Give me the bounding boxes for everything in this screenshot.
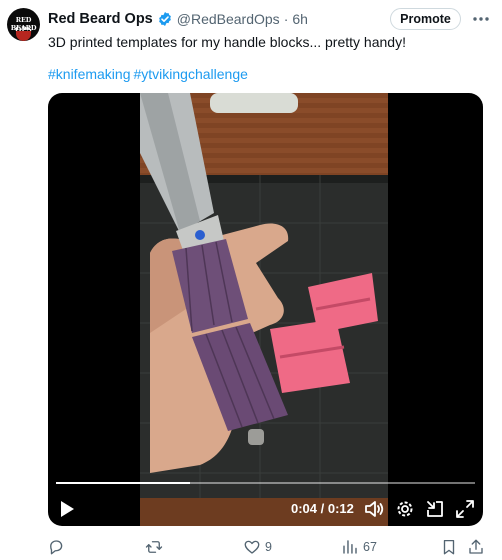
video-progress-fill [56, 482, 191, 484]
promote-button[interactable]: Promote [390, 8, 461, 30]
heart-icon[interactable] [243, 538, 261, 556]
tweet-header: Red Beard Ops @RedBeardOps · 6h [48, 10, 308, 28]
hashtag-link[interactable]: #knifemaking [48, 66, 131, 82]
more-options-icon[interactable] [470, 9, 492, 29]
avatar[interactable]: RED BEARD OPS [7, 8, 40, 41]
share-upload-icon[interactable] [467, 538, 485, 556]
tweet-text: 3D printed templates for my handle block… [48, 34, 406, 50]
video-current-time: 0:04 [291, 501, 318, 516]
separator-dot: · [283, 11, 289, 27]
video-progress-bar[interactable] [56, 482, 475, 484]
volume-icon[interactable] [363, 498, 385, 520]
tweet-actions-bar: 9 67 [45, 536, 485, 558]
like-button[interactable]: 9 [243, 536, 272, 558]
like-count: 9 [265, 540, 272, 554]
views-bar-chart-icon[interactable] [341, 538, 359, 556]
author-handle[interactable]: @RedBeardOps [177, 11, 280, 27]
picture-in-picture-icon[interactable] [424, 498, 446, 520]
video-frame[interactable] [140, 93, 388, 526]
views-count: 67 [363, 540, 377, 554]
settings-gear-icon[interactable] [394, 498, 416, 520]
tweet-card[interactable]: RED BEARD OPS Red Beard Ops @RedBeardOps… [0, 0, 502, 560]
repost-icon[interactable] [145, 538, 163, 556]
bookmark-button[interactable] [440, 536, 458, 558]
beard-logo-shape [16, 31, 31, 41]
video-player[interactable]: 0:04 / 0:12 [48, 93, 483, 526]
bookmark-icon[interactable] [440, 538, 458, 556]
share-button[interactable] [467, 536, 485, 558]
hashtag-list: #knifemaking #ytvikingchallenge [48, 66, 251, 82]
verified-badge-icon[interactable] [157, 11, 173, 27]
video-time-separator: / [317, 501, 328, 516]
video-time-readout: 0:04 / 0:12 [291, 501, 354, 516]
reply-icon[interactable] [47, 538, 65, 556]
author-name[interactable]: Red Beard Ops [48, 11, 153, 27]
fullscreen-icon[interactable] [454, 498, 476, 520]
reply-button[interactable] [47, 536, 69, 558]
play-icon[interactable] [57, 499, 77, 519]
timestamp[interactable]: 6h [292, 11, 308, 27]
video-duration: 0:12 [327, 501, 354, 516]
hashtag-link[interactable]: #ytvikingchallenge [134, 66, 248, 82]
repost-button[interactable] [145, 536, 167, 558]
views-button[interactable]: 67 [341, 536, 377, 558]
